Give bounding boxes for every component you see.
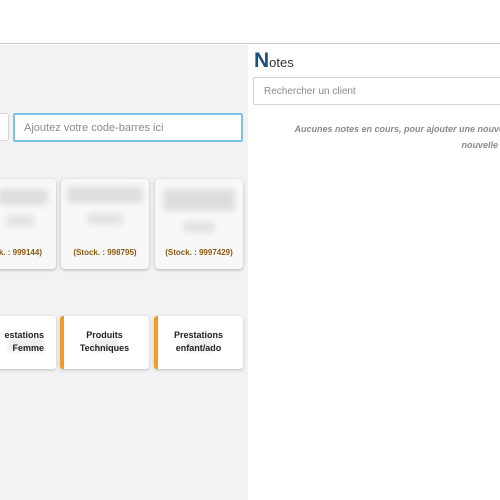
empty-notes-message: Aucunes notes en cours, pour ajouter une…: [248, 121, 500, 153]
category-label-line: Techniques: [79, 343, 130, 353]
category-label-line: Produits: [86, 330, 123, 340]
category-label-line: Femme: [12, 343, 44, 353]
barcode-input[interactable]: [13, 113, 243, 142]
category-label: Prestations enfant/ado: [154, 329, 243, 355]
notes-title: Notes: [254, 49, 294, 73]
product-price-blurred: [87, 213, 123, 225]
category-card[interactable]: Prestations enfant/ado: [154, 316, 243, 369]
product-price-blurred: [6, 215, 34, 227]
notes-title-initial: N: [254, 49, 270, 72]
notes-pane: Notes Aucunes notes en cours, pour ajout…: [248, 45, 500, 500]
product-pane: ck. : 999144) (Stock. : 998795) (Stock. …: [0, 45, 248, 500]
empty-notes-line: nouvelle: [461, 140, 498, 150]
product-price-blurred: [183, 221, 215, 233]
stock-label: (Stock. : 9997429): [165, 248, 233, 257]
product-card[interactable]: (Stock. : 9997429): [155, 179, 243, 269]
client-search-input[interactable]: [253, 77, 500, 105]
category-label-line: enfant/ado: [175, 343, 222, 353]
product-card[interactable]: (Stock. : 998795): [61, 179, 149, 269]
category-label: Produits Techniques: [60, 329, 149, 355]
field-stub[interactable]: [0, 113, 9, 141]
product-name-blurred: [0, 189, 48, 205]
notes-title-rest: otes: [269, 55, 294, 70]
top-bar: [0, 0, 500, 44]
empty-notes-line: Aucunes notes en cours, pour ajouter une…: [294, 124, 500, 134]
category-card[interactable]: Produits Techniques: [60, 316, 149, 369]
product-name-blurred: [163, 189, 235, 211]
category-label: estations Femme: [0, 329, 56, 355]
category-label-line: Prestations: [173, 330, 224, 340]
category-label-line: estations: [4, 330, 44, 340]
product-card[interactable]: ck. : 999144): [0, 179, 56, 269]
stock-label: (Stock. : 998795): [73, 248, 137, 257]
stock-label: ck. : 999144): [0, 248, 42, 257]
category-card[interactable]: estations Femme: [0, 316, 56, 369]
product-name-blurred: [67, 187, 143, 203]
